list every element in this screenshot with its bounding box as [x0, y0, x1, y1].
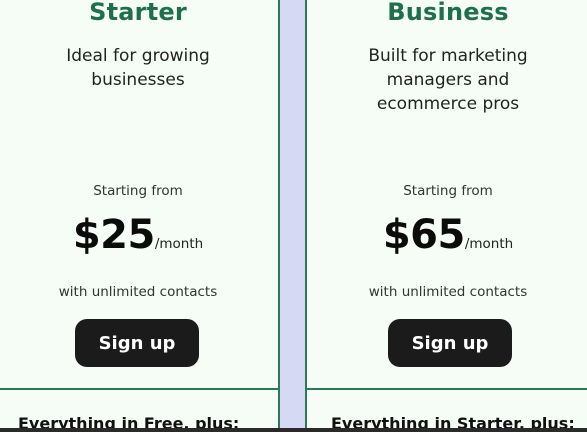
price-period: /month	[464, 236, 514, 252]
starting-from-label: Starting from	[403, 183, 493, 199]
plan-price: $25	[72, 212, 156, 258]
sign-up-button[interactable]: Sign up	[388, 319, 512, 367]
plan-features-starter: Everything in Free, plus:	[0, 390, 280, 432]
plan-title: Business	[387, 0, 509, 26]
bottom-divider	[0, 428, 587, 432]
price-row: $65/month	[307, 212, 587, 258]
plan-price: $65	[382, 212, 466, 258]
plan-description: Built for marketing managers and ecommer…	[368, 46, 528, 114]
contacts-note: with unlimited contacts	[58, 284, 218, 300]
price-period: /month	[154, 236, 204, 252]
contacts-note: with unlimited contacts	[368, 284, 528, 300]
plan-card-business: Business Built for marketing managers an…	[305, 0, 587, 390]
plan-title: Starter	[89, 0, 187, 26]
plan-features-business: Everything in Starter, plus:	[305, 390, 587, 432]
starting-from-label: Starting from	[93, 183, 183, 199]
sign-up-button[interactable]: Sign up	[75, 319, 199, 367]
price-row: $25/month	[0, 212, 278, 258]
plan-card-starter: Starter Ideal for growing businesses Sta…	[0, 0, 280, 390]
plan-description: Ideal for growing businesses	[66, 46, 210, 90]
